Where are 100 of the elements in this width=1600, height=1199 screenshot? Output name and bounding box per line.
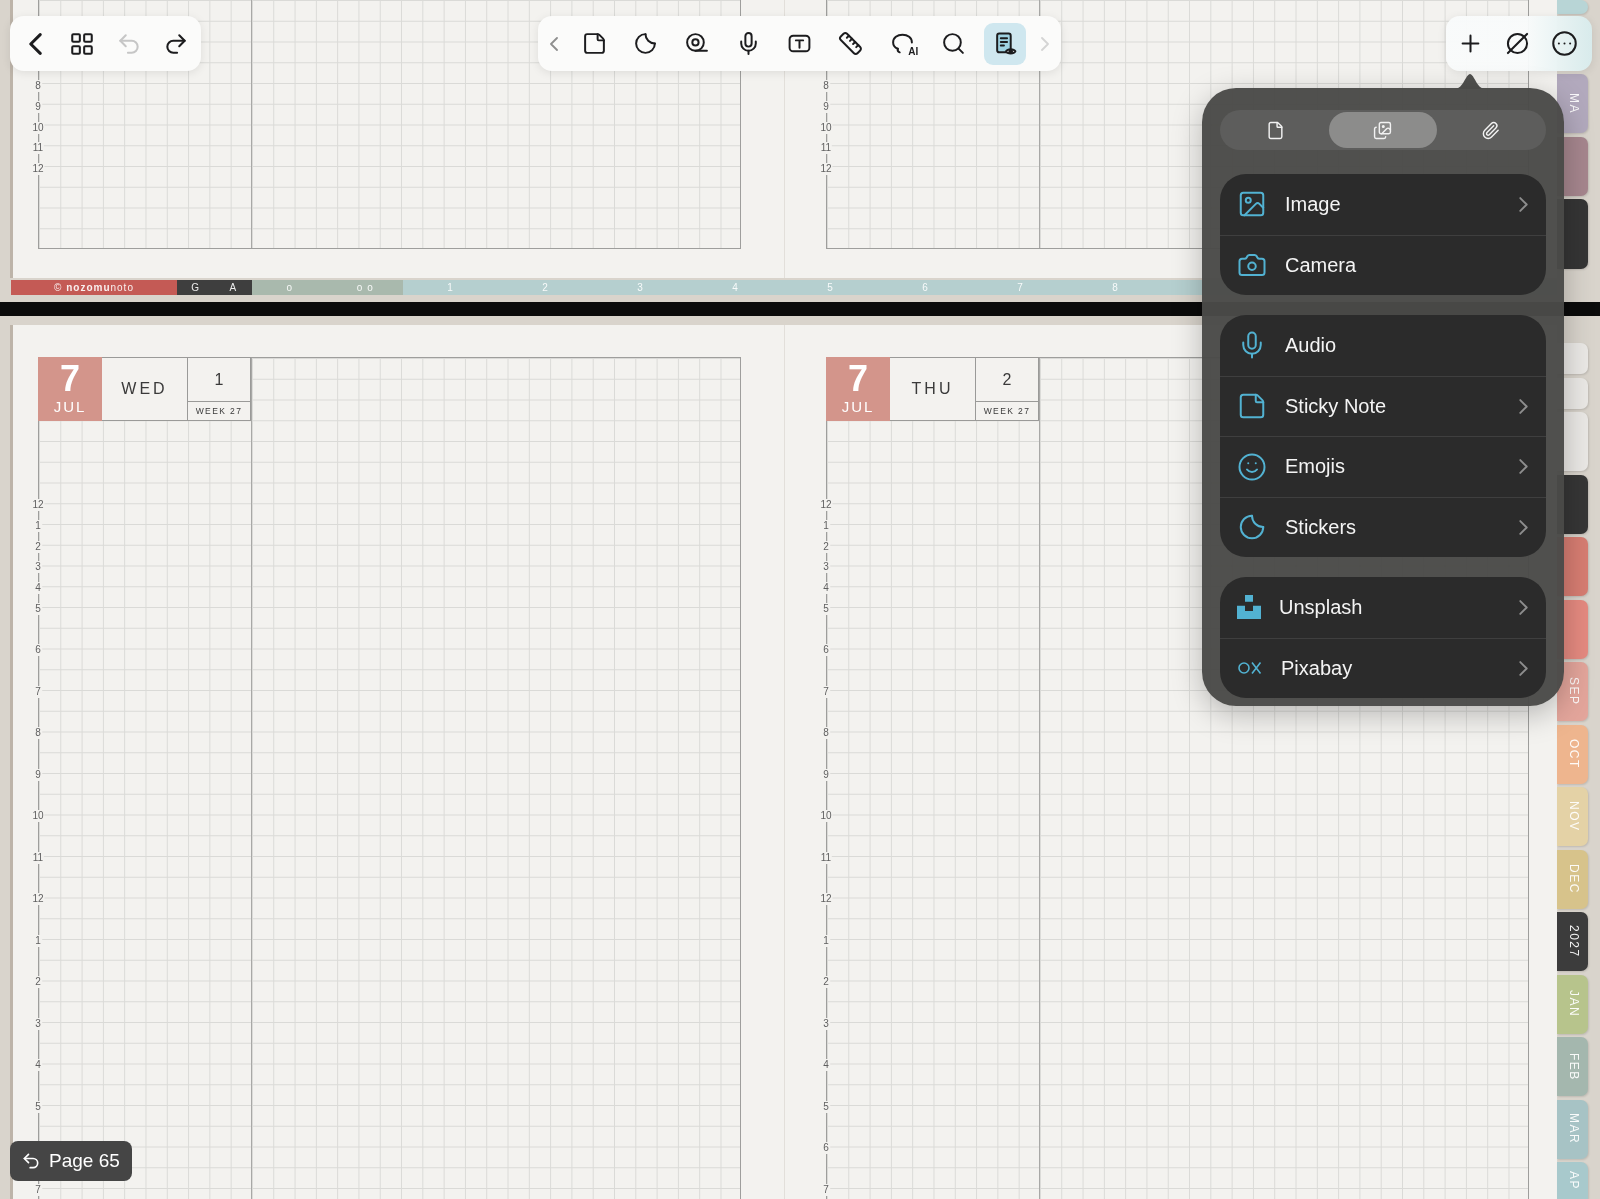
hour-label: 8 xyxy=(822,727,830,740)
weekday-cell: WED xyxy=(102,357,187,421)
hour-label: 5 xyxy=(822,1100,830,1113)
hour-label: 12 xyxy=(819,893,833,906)
hour-label: 12 xyxy=(819,499,833,511)
segment-tab[interactable] xyxy=(1329,112,1437,148)
month-tab[interactable]: MAR xyxy=(1557,1099,1588,1159)
date-cell: 1 xyxy=(187,357,251,401)
search-icon xyxy=(941,31,967,56)
hour-label: 2 xyxy=(34,540,42,553)
chevron-left-icon xyxy=(550,36,558,51)
hour-label: 3 xyxy=(34,561,42,574)
hour-label: 11 xyxy=(819,851,833,864)
hour-label: 7 xyxy=(34,1184,42,1196)
chevron-right-icon xyxy=(1041,36,1050,51)
chevron-right-icon xyxy=(1519,196,1528,212)
hour-label: 5 xyxy=(822,602,830,615)
copyright-tab[interactable]: © nozomunoto xyxy=(11,280,177,295)
chevron-right-icon xyxy=(1519,519,1528,535)
hour-label: 12 xyxy=(819,163,833,175)
file-icon xyxy=(1266,120,1286,140)
month-tab[interactable]: DEC xyxy=(1557,849,1588,909)
hour-label: 5 xyxy=(34,602,42,615)
month-tab[interactable]: NOV xyxy=(1557,787,1588,846)
menu-item[interactable]: Stickers xyxy=(1220,496,1546,557)
hour-label: 1 xyxy=(34,519,42,532)
hour-label: 11 xyxy=(31,851,45,864)
weekday-cell: THU xyxy=(890,357,975,421)
month-tab[interactable]: MA xyxy=(1557,74,1588,133)
menu-item[interactable]: Sticky Note xyxy=(1220,375,1546,436)
read-only-tool[interactable] xyxy=(984,22,1027,65)
chevron-left-icon xyxy=(28,32,42,55)
back-to-page-button[interactable]: Page 65 xyxy=(10,1141,132,1181)
month-number: 7 xyxy=(848,362,868,396)
sticky-note-icon xyxy=(581,31,607,56)
index-tab[interactable]: A xyxy=(214,280,252,295)
month-tab[interactable]: FEB xyxy=(1557,1037,1588,1096)
hour-label: 3 xyxy=(822,561,830,574)
hour-label: 1 xyxy=(822,519,830,532)
hour-label: 8 xyxy=(822,80,830,92)
hour-label: 7 xyxy=(34,685,42,698)
hour-label: 10 xyxy=(819,810,833,823)
hour-label: 9 xyxy=(822,100,830,113)
hour-label: 2 xyxy=(822,976,830,989)
hour-label: 7 xyxy=(822,685,830,698)
month-name: JUL xyxy=(841,398,875,416)
chevron-right-icon xyxy=(1519,398,1528,414)
month-tab[interactable]: JAN xyxy=(1557,974,1588,1034)
chevron-right-icon xyxy=(1519,660,1528,676)
hour-label: 12 xyxy=(31,163,45,175)
hour-label: 9 xyxy=(34,100,42,113)
hour-label: 6 xyxy=(822,644,830,657)
menu-item[interactable]: Audio xyxy=(1220,315,1546,376)
hour-label: 8 xyxy=(34,80,42,92)
menu-item[interactable]: Pixabay xyxy=(1220,637,1546,698)
hour-label: 10 xyxy=(31,810,45,823)
index-tab[interactable]: G xyxy=(177,280,215,295)
month-tab[interactable]: SEP xyxy=(1557,662,1588,721)
month-number: 7 xyxy=(60,362,80,396)
hour-label: 4 xyxy=(34,1059,42,1072)
chevron-right-icon xyxy=(1519,459,1528,475)
month-name: JUL xyxy=(53,398,87,416)
week-number-cell: WEEK 27 xyxy=(187,401,251,421)
return-arrow-icon xyxy=(21,1151,41,1171)
hour-label: 3 xyxy=(34,1017,42,1030)
menu-item[interactable]: Image xyxy=(1220,174,1546,235)
hour-label: 10 xyxy=(31,121,45,134)
hour-label: 2 xyxy=(34,976,42,989)
hour-label: 4 xyxy=(822,1059,830,1072)
hour-label: 1 xyxy=(34,934,42,947)
hour-label: 1 xyxy=(822,934,830,947)
month-tab[interactable]: 2027 xyxy=(1557,912,1588,971)
hour-label: 2 xyxy=(822,540,830,553)
hour-label: 3 xyxy=(822,1017,830,1030)
hour-label: 8 xyxy=(34,727,42,740)
index-tab[interactable]: o xyxy=(252,280,328,295)
chevron-right-icon xyxy=(1519,599,1528,615)
hour-label: 11 xyxy=(819,142,833,155)
ai-lasso-tool[interactable]: AI xyxy=(881,22,924,65)
month-tab[interactable]: AP xyxy=(1557,1162,1588,1199)
hour-label: 12 xyxy=(31,893,45,906)
date-cell: 2 xyxy=(975,357,1039,401)
hour-label: 9 xyxy=(34,768,42,781)
more-icon xyxy=(1550,30,1578,57)
hour-label: 9 xyxy=(822,768,830,781)
grid-icon xyxy=(69,30,95,57)
hour-label: 12 xyxy=(31,499,45,511)
hour-label: 11 xyxy=(31,142,45,155)
month-tab[interactable]: OCT xyxy=(1557,724,1588,784)
menu-item[interactable]: Camera xyxy=(1220,234,1546,295)
week-number-cell: WEEK 27 xyxy=(975,401,1039,421)
hour-label: 6 xyxy=(822,1142,830,1155)
menu-item[interactable]: Emojis xyxy=(1220,436,1546,497)
menu-item[interactable]: Unsplash xyxy=(1220,577,1546,638)
hour-label: 6 xyxy=(34,644,42,657)
index-tab[interactable]: o o xyxy=(327,280,403,295)
hour-label: 4 xyxy=(822,582,830,594)
paperclip-icon xyxy=(1480,120,1500,140)
hour-label: 10 xyxy=(819,121,833,134)
smiley-icon xyxy=(1237,451,1267,482)
